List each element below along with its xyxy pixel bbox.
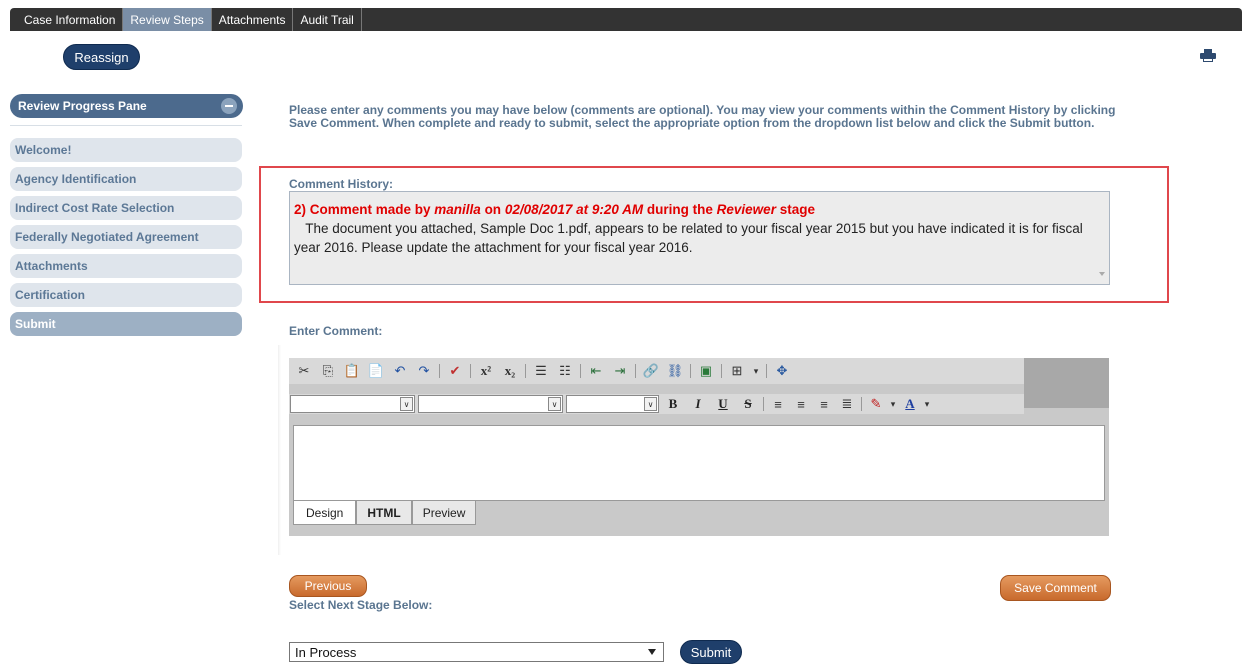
- redo-icon[interactable]: ↷: [414, 362, 434, 380]
- step-attachments[interactable]: Attachments: [10, 254, 242, 278]
- step-indirect-cost-rate-selection[interactable]: Indirect Cost Rate Selection: [10, 196, 242, 220]
- step-federally-negotiated-agreement[interactable]: Federally Negotiated Agreement: [10, 225, 242, 249]
- mode-tab-design[interactable]: Design: [293, 501, 357, 525]
- table-icon[interactable]: ⊞: [727, 362, 747, 380]
- step-welcome[interactable]: Welcome!: [10, 138, 242, 162]
- submit-button[interactable]: Submit: [680, 640, 742, 664]
- cut-icon[interactable]: ✂: [294, 362, 314, 380]
- pane-divider: [10, 125, 242, 126]
- step-submit[interactable]: Submit: [10, 312, 242, 336]
- comment-header: 2) Comment made by manilla on 02/08/2017…: [294, 202, 815, 217]
- step-certification[interactable]: Certification: [10, 283, 242, 307]
- align-right-icon[interactable]: ≡: [814, 395, 834, 413]
- tab-attachments[interactable]: Attachments: [212, 8, 294, 31]
- editor-shadow: [278, 345, 281, 555]
- separator: [861, 397, 862, 411]
- align-left-icon[interactable]: ≡: [768, 395, 788, 413]
- indent-icon[interactable]: ⇥: [610, 362, 630, 380]
- tab-audit-trail[interactable]: Audit Trail: [293, 8, 362, 31]
- outdent-icon[interactable]: ⇤: [586, 362, 606, 380]
- undo-icon[interactable]: ↶: [390, 362, 410, 380]
- paste-icon[interactable]: 📋: [342, 362, 362, 380]
- selected-stage: In Process: [295, 644, 357, 660]
- step-agency-identification[interactable]: Agency Identification: [10, 167, 242, 191]
- separator: [690, 364, 691, 378]
- bold-button[interactable]: B: [662, 396, 684, 412]
- next-stage-label: Select Next Stage Below:: [289, 598, 433, 612]
- chevron-down-icon: ∨: [400, 397, 413, 411]
- chevron-down-icon: ∨: [548, 397, 561, 411]
- chevron-down-icon: [648, 649, 656, 655]
- spellcheck-icon[interactable]: ✔: [445, 362, 465, 380]
- printer-icon[interactable]: [1200, 49, 1216, 62]
- top-tab-bar: Case Information Review Steps Attachment…: [10, 8, 1242, 31]
- separator: [766, 364, 767, 378]
- separator: [525, 364, 526, 378]
- align-justify-icon[interactable]: ≣: [837, 395, 857, 413]
- chevron-down-icon[interactable]: ▾: [751, 362, 761, 380]
- paragraph-style-select[interactable]: ∨: [566, 395, 659, 413]
- unordered-list-icon[interactable]: ☷: [555, 362, 575, 380]
- editor-mode-tabs: Design HTML Preview: [293, 501, 477, 525]
- next-stage-select[interactable]: In Process: [289, 642, 664, 662]
- pane-title: Review Progress Pane: [18, 99, 147, 113]
- comment-history-label: Comment History:: [289, 177, 394, 191]
- align-center-icon[interactable]: ≡: [791, 395, 811, 413]
- superscript-icon[interactable]: x²: [476, 362, 496, 380]
- comment-edit-area[interactable]: [293, 425, 1105, 501]
- separator: [635, 364, 636, 378]
- paste-text-icon[interactable]: 📄: [366, 362, 386, 380]
- enter-comment-label: Enter Comment:: [289, 324, 383, 338]
- copy-icon[interactable]: ⎘: [318, 362, 338, 380]
- subscript-icon[interactable]: x₂: [500, 362, 520, 380]
- previous-button[interactable]: Previous: [289, 575, 367, 597]
- chevron-down-icon: ∨: [644, 397, 657, 411]
- scroll-down-icon[interactable]: [1099, 272, 1105, 276]
- mode-tab-preview[interactable]: Preview: [411, 501, 477, 525]
- minus-icon[interactable]: [221, 98, 237, 114]
- fullscreen-icon[interactable]: ✥: [772, 362, 792, 380]
- comment-text: The document you attached, Sample Doc 1.…: [294, 221, 1083, 255]
- font-family-select[interactable]: ∨: [290, 395, 415, 413]
- font-color-icon[interactable]: A: [900, 395, 920, 413]
- review-progress-pane-header: Review Progress Pane: [10, 94, 243, 118]
- image-icon[interactable]: ▣: [696, 362, 716, 380]
- link-icon[interactable]: 🔗: [641, 362, 661, 380]
- editor-toolbar-row-1: ✂ ⎘ 📋 📄 ↶ ↷ ✔ x² x₂ ☰ ☷ ⇤ ⇥ 🔗 ⛓ ▣ ⊞ ▾ ✥: [289, 358, 1024, 384]
- font-size-select[interactable]: ∨: [418, 395, 563, 413]
- separator: [721, 364, 722, 378]
- comment-history-box[interactable]: 2) Comment made by manilla on 02/08/2017…: [289, 191, 1110, 285]
- chevron-down-icon[interactable]: ▾: [923, 395, 931, 413]
- highlight-color-icon[interactable]: ✎: [866, 395, 886, 413]
- ordered-list-icon[interactable]: ☰: [531, 362, 551, 380]
- instructions-text: Please enter any comments you may have b…: [289, 103, 1116, 130]
- separator: [763, 397, 764, 411]
- italic-button[interactable]: I: [687, 396, 709, 412]
- chevron-down-icon[interactable]: ▾: [889, 395, 897, 413]
- strikethrough-button[interactable]: S: [737, 396, 759, 412]
- editor-toolbar-row-2: ∨ ∨ ∨ B I U S ≡ ≡ ≡ ≣ ✎ ▾ A ▾: [289, 394, 1024, 414]
- mode-tab-html[interactable]: HTML: [356, 501, 412, 525]
- reassign-button[interactable]: Reassign: [63, 44, 140, 70]
- tab-review-steps[interactable]: Review Steps: [123, 8, 212, 31]
- save-comment-button[interactable]: Save Comment: [1000, 575, 1111, 601]
- underline-button[interactable]: U: [712, 396, 734, 412]
- separator: [580, 364, 581, 378]
- toolbar-filler: [1024, 358, 1109, 408]
- unlink-icon[interactable]: ⛓: [665, 362, 685, 380]
- separator: [470, 364, 471, 378]
- tab-case-information[interactable]: Case Information: [10, 8, 124, 31]
- separator: [439, 364, 440, 378]
